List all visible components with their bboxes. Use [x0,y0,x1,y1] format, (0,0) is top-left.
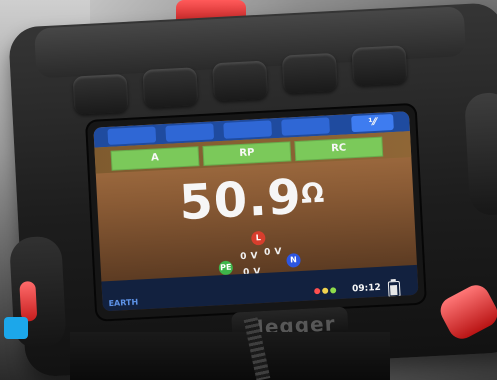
soft-key-4[interactable] [281,52,338,94]
blue-side-tab [4,317,28,339]
probe-n-indicator: N [286,253,301,268]
mode-label: EARTH [108,297,139,309]
resistance-reading: 50.9 Ω [177,168,337,232]
top-tab-3 [223,120,273,139]
battery-fill [389,284,398,296]
top-tab-1 [107,126,157,145]
probe-voltage-1: 0 V [240,251,259,263]
reading-unit: Ω [300,177,325,210]
test-segment-rc: RC [294,136,384,162]
probe-l-indicator: L [250,230,266,246]
soft-key-5[interactable] [351,45,408,86]
top-tab-4 [281,117,330,136]
top-tab-2 [165,123,215,142]
test-segment-rp: RP [202,141,292,166]
status-dot-red [314,288,321,295]
soft-key-3[interactable] [212,60,269,102]
soft-key-2[interactable] [142,67,199,108]
probe-pe-indicator: PE [218,260,234,276]
soft-key-1[interactable] [72,73,129,115]
reading-value: 50.9 [177,168,304,232]
photo-scene: ⅟⁄ A RP RC 50.9 Ω L PE N 0 V 0 V EARTH 0… [0,0,497,380]
status-dot-green [330,287,337,294]
probe-voltage-2: 0 V [263,246,283,258]
top-tab-5: ⅟⁄ [351,113,394,133]
status-dots [314,287,340,296]
test-segment-a: A [110,146,200,171]
right-rotary-knob[interactable] [464,91,497,217]
left-rotary-knob-marker [19,280,38,322]
screen-frame: ⅟⁄ A RP RC 50.9 Ω L PE N 0 V 0 V EARTH 0… [84,102,428,322]
display-screen: ⅟⁄ A RP RC 50.9 Ω L PE N 0 V 0 V EARTH 0… [93,111,419,312]
clock-text: 09:12 [351,282,382,295]
battery-icon [387,280,401,298]
lower-strap [70,332,390,380]
status-dot-yellow [322,287,329,294]
